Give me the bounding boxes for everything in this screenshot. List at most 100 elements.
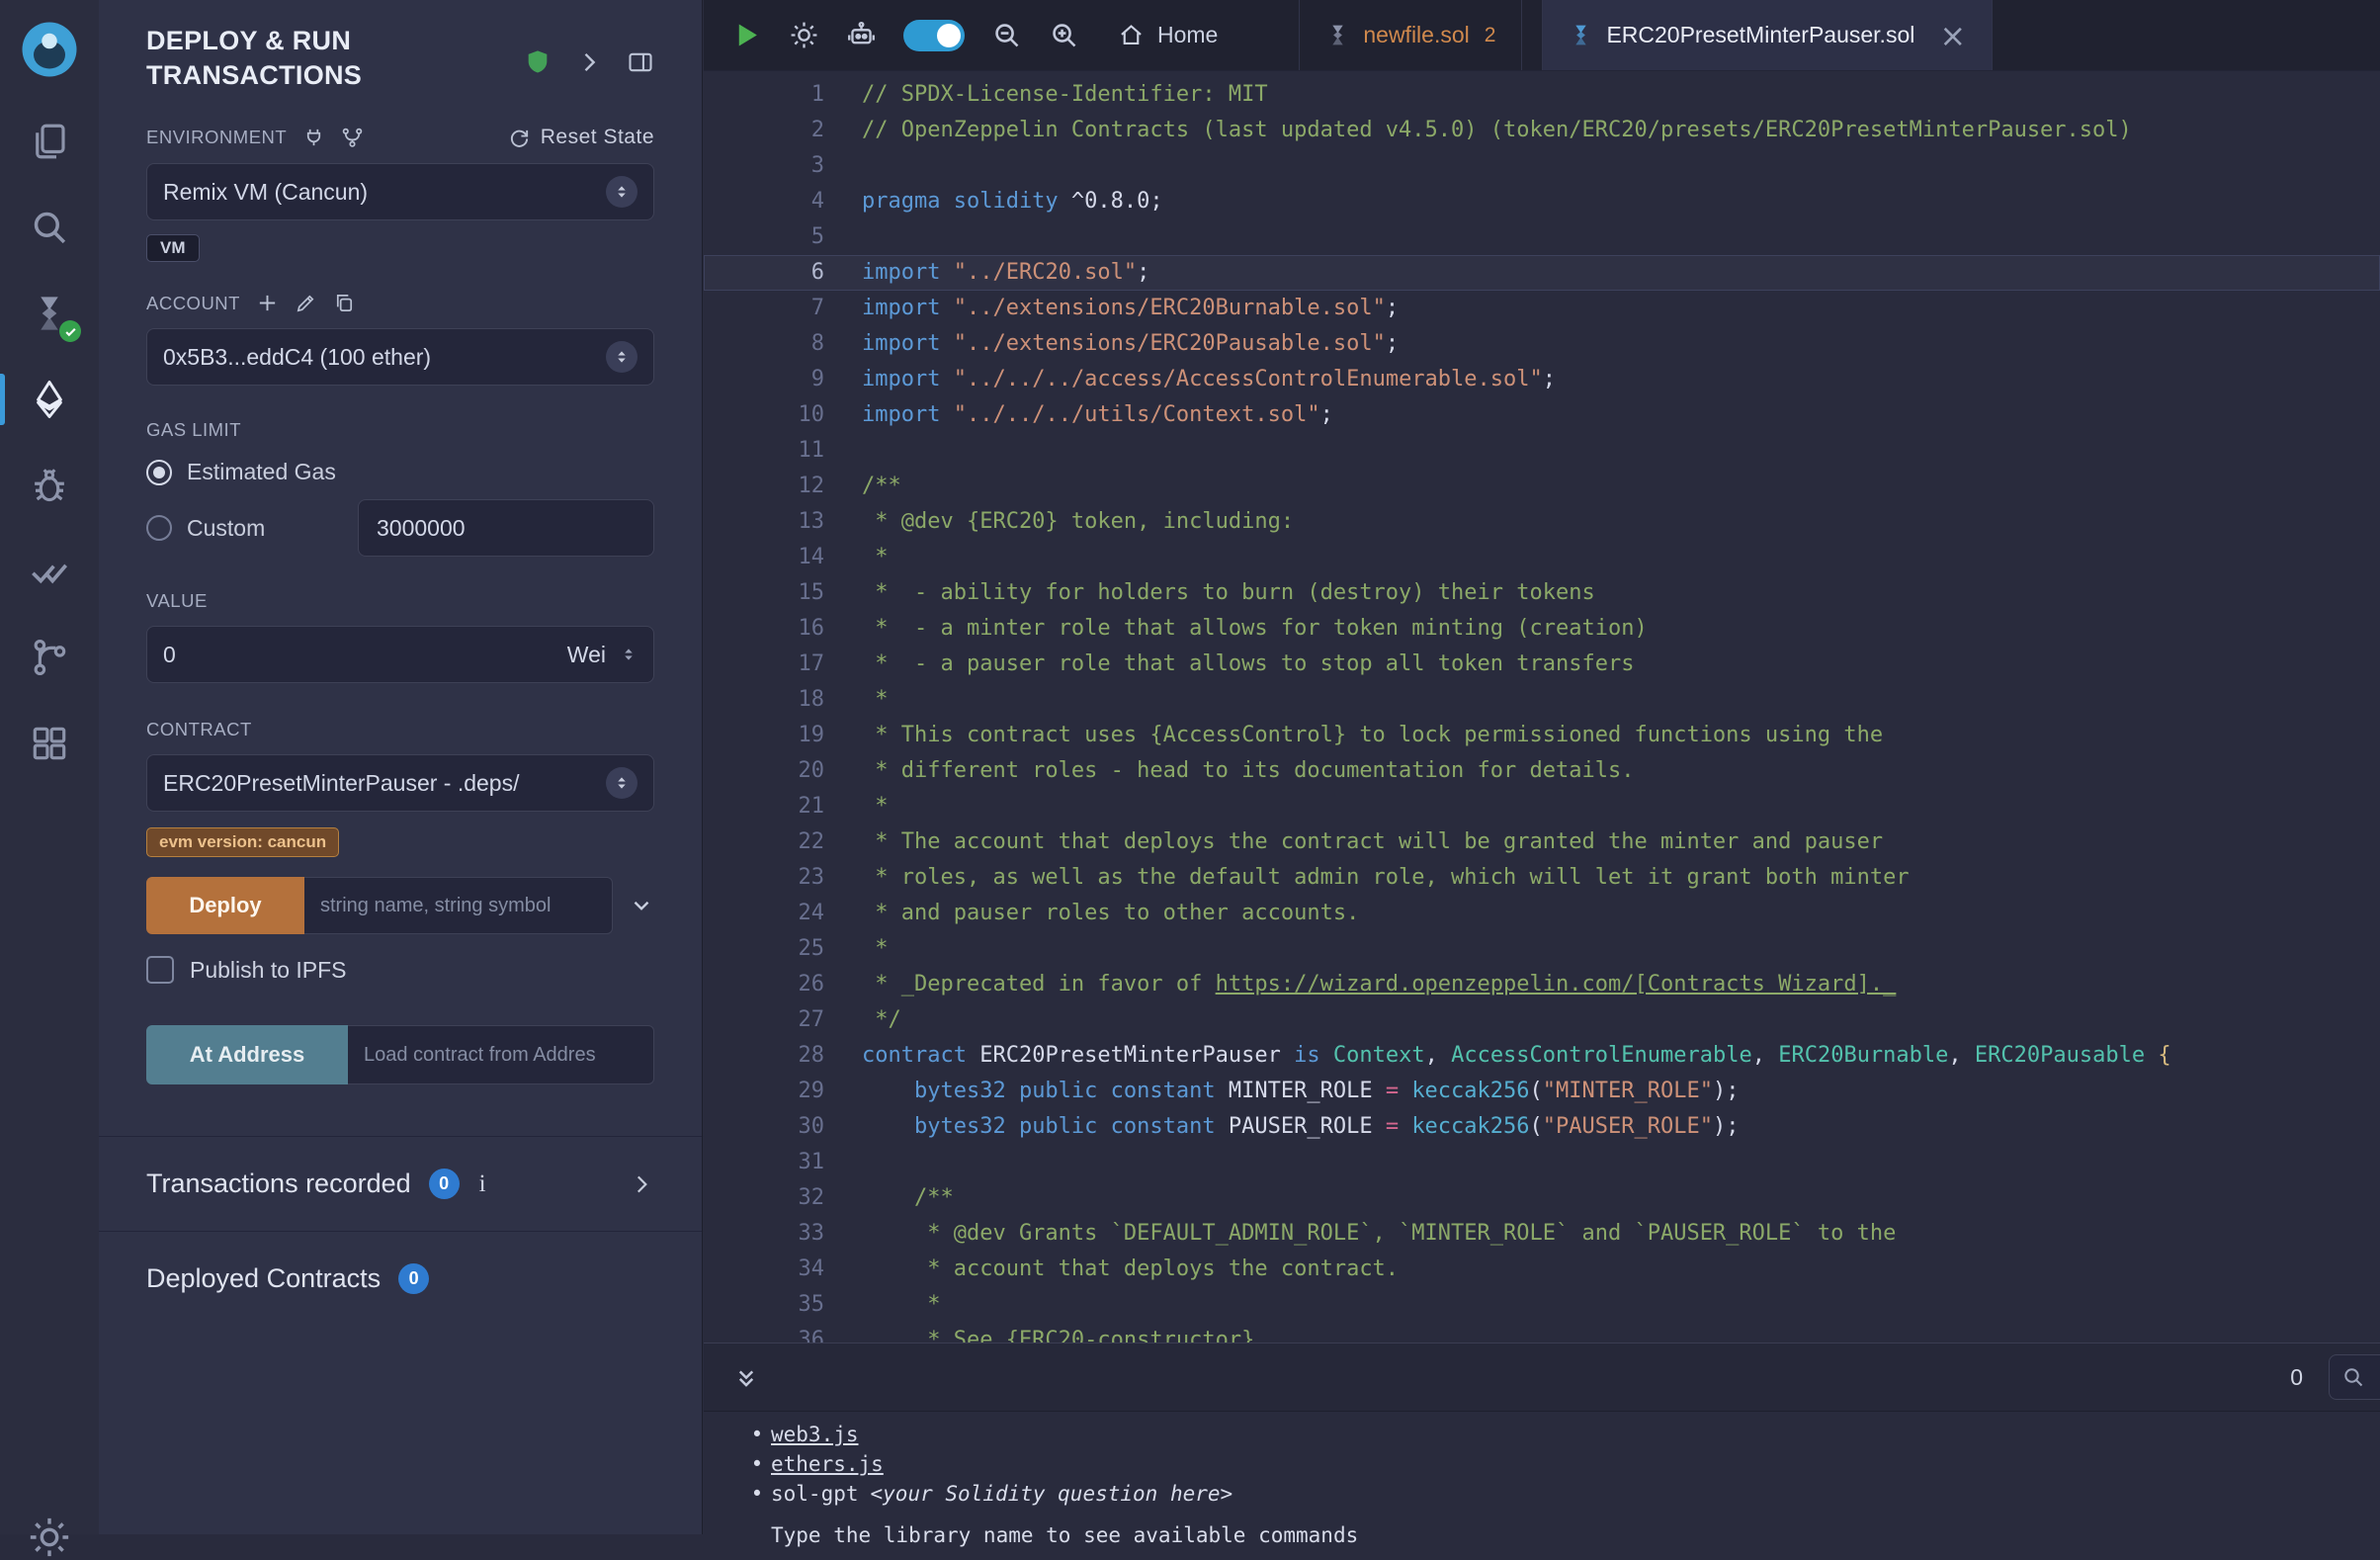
deploy-args-input[interactable]: [304, 877, 613, 934]
contract-select[interactable]: ERC20PresetMinterPauser - .deps/: [146, 754, 654, 812]
code-line[interactable]: 19 * This contract uses {AccessControl} …: [704, 718, 2380, 753]
code-line[interactable]: 7import "../extensions/ERC20Burnable.sol…: [704, 291, 2380, 326]
code-line[interactable]: 20 * different roles - head to its docum…: [704, 753, 2380, 789]
zoom-in-icon[interactable]: [1049, 20, 1079, 50]
remixai-robot-icon[interactable]: [846, 20, 877, 50]
script-config-gear-icon[interactable]: [789, 20, 819, 50]
code-editor[interactable]: 1// SPDX-License-Identifier: MIT2// Open…: [704, 71, 2380, 1343]
deployed-contracts-label: Deployed Contracts: [146, 1263, 381, 1294]
file-explorer-icon[interactable]: [0, 113, 99, 170]
code-line[interactable]: 24 * and pauser roles to other accounts.: [704, 896, 2380, 931]
line-number: 10: [704, 397, 824, 433]
code-line[interactable]: 3: [704, 148, 2380, 184]
bullet: •: [743, 1420, 771, 1449]
code-line[interactable]: 1// SPDX-License-Identifier: MIT: [704, 77, 2380, 113]
code-line[interactable]: 4pragma solidity ^0.8.0;: [704, 184, 2380, 219]
expand-deploy-args-icon[interactable]: [629, 893, 654, 918]
code-line[interactable]: 5: [704, 219, 2380, 255]
expand-terminal-icon[interactable]: [731, 1362, 761, 1392]
code-line[interactable]: 2// OpenZeppelin Contracts (last updated…: [704, 113, 2380, 148]
code-line[interactable]: 33 * @dev Grants `DEFAULT_ADMIN_ROLE`, `…: [704, 1216, 2380, 1252]
estimated-gas-radio[interactable]: [146, 460, 172, 485]
code-line[interactable]: 18 *: [704, 682, 2380, 718]
remix-logo[interactable]: [20, 20, 79, 79]
code-text: [824, 433, 862, 469]
code-line[interactable]: 31: [704, 1145, 2380, 1180]
remixai-copilot-toggle[interactable]: [903, 20, 965, 51]
code-line[interactable]: 34 * account that deploys the contract.: [704, 1252, 2380, 1287]
code-line[interactable]: 22 * The account that deploys the contra…: [704, 824, 2380, 860]
info-icon[interactable]: i: [479, 1170, 486, 1198]
line-number: 27: [704, 1002, 824, 1038]
pin-panel-icon[interactable]: [627, 48, 654, 76]
code-line[interactable]: 25 *: [704, 931, 2380, 967]
plug-icon[interactable]: [302, 127, 325, 149]
value-unit-select[interactable]: Wei: [567, 642, 606, 668]
code-line[interactable]: 30 bytes32 public constant PAUSER_ROLE =…: [704, 1109, 2380, 1145]
code-line[interactable]: 32 /**: [704, 1180, 2380, 1216]
line-number: 29: [704, 1074, 824, 1109]
publish-ipfs-checkbox[interactable]: [146, 956, 174, 984]
close-tab-icon[interactable]: ×: [1939, 20, 1966, 51]
unit-testing-icon[interactable]: [0, 543, 99, 600]
web3js-link[interactable]: web3.js: [771, 1420, 859, 1449]
zoom-out-icon[interactable]: [991, 20, 1022, 50]
select-arrows-icon: [606, 341, 638, 373]
at-address-button[interactable]: At Address: [146, 1025, 348, 1084]
fork-environment-icon[interactable]: [341, 127, 364, 149]
reset-state-button[interactable]: Reset State: [508, 126, 654, 149]
git-icon[interactable]: [0, 629, 99, 686]
deployed-contracts-row[interactable]: Deployed Contracts 0: [99, 1231, 702, 1326]
terminal-content: • web3.js • ethers.js • sol-gpt <your So…: [704, 1412, 2380, 1550]
code-line[interactable]: 21 *: [704, 789, 2380, 824]
custom-gas-radio[interactable]: [146, 515, 172, 541]
code-line[interactable]: 26 * _Deprecated in favor of https://wiz…: [704, 967, 2380, 1002]
code-line[interactable]: 27 */: [704, 1002, 2380, 1038]
code-line[interactable]: 29 bytes32 public constant MINTER_ROLE =…: [704, 1074, 2380, 1109]
tab-erc20presetminterpauser-sol[interactable]: ERC20PresetMinterPauser.sol ×: [1542, 0, 1993, 70]
code-line[interactable]: 10import "../../../utils/Context.sol";: [704, 397, 2380, 433]
copy-account-icon[interactable]: [333, 292, 356, 314]
custom-gas-input[interactable]: [358, 499, 654, 557]
value-input[interactable]: [163, 642, 567, 668]
at-address-input[interactable]: [348, 1025, 654, 1084]
code-line[interactable]: 9import "../../../access/AccessControlEn…: [704, 362, 2380, 397]
deploy-button[interactable]: Deploy: [146, 877, 304, 934]
code-line[interactable]: 35 *: [704, 1287, 2380, 1323]
code-line[interactable]: 6import "../ERC20.sol";: [704, 255, 2380, 291]
collapse-panel-icon[interactable]: [575, 48, 603, 76]
solidity-compiler-icon[interactable]: [0, 285, 99, 342]
sol-gpt-label[interactable]: sol-gpt: [771, 1479, 859, 1509]
transactions-recorded-row[interactable]: Transactions recorded 0 i: [99, 1136, 702, 1231]
unit-spinner-icon[interactable]: [620, 646, 638, 663]
tab-newfile-sol[interactable]: newfile.sol 2: [1299, 0, 1522, 70]
terminal-search-input[interactable]: [2329, 1354, 2380, 1400]
plugin-manager-icon[interactable]: [0, 715, 99, 772]
tab-home[interactable]: Home: [1106, 22, 1230, 48]
account-select[interactable]: 0x5B3...eddC4 (100 ether): [146, 328, 654, 386]
code-line[interactable]: 17 * - a pauser role that allows to stop…: [704, 647, 2380, 682]
deploy-and-run-icon[interactable]: [0, 371, 99, 428]
code-line[interactable]: 23 * roles, as well as the default admin…: [704, 860, 2380, 896]
code-line[interactable]: 16 * - a minter role that allows for tok…: [704, 611, 2380, 647]
code-line[interactable]: 12/**: [704, 469, 2380, 504]
contract-value: ERC20PresetMinterPauser - .deps/: [163, 770, 520, 797]
edit-account-icon[interactable]: [295, 292, 317, 314]
code-line[interactable]: 8import "../extensions/ERC20Pausable.sol…: [704, 326, 2380, 362]
run-script-button[interactable]: [731, 20, 762, 50]
code-line[interactable]: 11: [704, 433, 2380, 469]
settings-gear-icon[interactable]: [0, 1515, 99, 1560]
code-line[interactable]: 14 *: [704, 540, 2380, 575]
ethersjs-link[interactable]: ethers.js: [771, 1449, 884, 1479]
value-control: Wei: [146, 626, 654, 683]
code-line[interactable]: 15 * - ability for holders to burn (dest…: [704, 575, 2380, 611]
chevron-right-icon[interactable]: [629, 1171, 654, 1197]
environment-select[interactable]: Remix VM (Cancun): [146, 163, 654, 220]
add-account-icon[interactable]: [256, 292, 279, 314]
code-line[interactable]: 13 * @dev {ERC20} token, including:: [704, 504, 2380, 540]
code-line[interactable]: 36 * See {ERC20-constructor}.: [704, 1323, 2380, 1343]
code-line[interactable]: 28contract ERC20PresetMinterPauser is Co…: [704, 1038, 2380, 1074]
code-text: [824, 219, 862, 255]
search-icon[interactable]: [0, 199, 99, 256]
debugger-icon[interactable]: [0, 457, 99, 514]
